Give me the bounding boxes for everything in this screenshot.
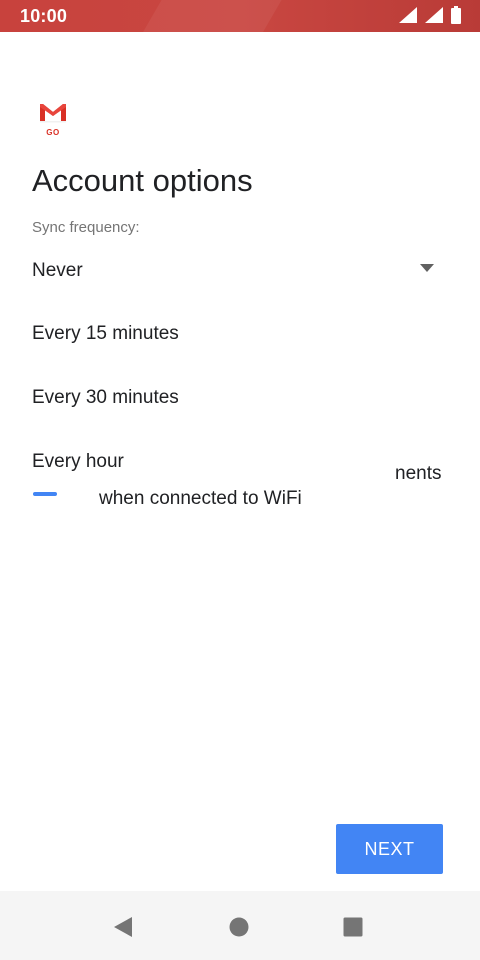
attachments-label-partial: nents [395, 463, 442, 484]
page-title: Account options [32, 163, 253, 198]
status-bar: 10:00 [0, 0, 480, 32]
recents-icon[interactable] [341, 915, 365, 939]
status-icons [398, 6, 462, 24]
option-every-15-minutes[interactable]: Every 15 minutes [32, 314, 372, 354]
signal-icon [425, 7, 443, 23]
wifi-checkbox[interactable] [33, 492, 57, 496]
option-every-hour[interactable]: Every hour [32, 442, 372, 482]
back-icon[interactable] [111, 915, 135, 939]
dropdown-arrow-icon [420, 264, 434, 272]
next-button[interactable]: NEXT [336, 824, 443, 874]
dropdown-selected-value: Never [32, 260, 83, 281]
logo-go-text: GO [46, 128, 60, 137]
gmail-go-icon: GO [36, 98, 70, 140]
wifi-icon [399, 7, 417, 23]
sync-frequency-label: Sync frequency: [32, 219, 140, 236]
wifi-label-partial: when connected to WiFi [99, 488, 302, 507]
sync-frequency-popup: Every 15 minutes Every 30 minutes Every … [0, 302, 392, 484]
battery-icon [451, 6, 461, 24]
sync-frequency-dropdown[interactable]: Never [32, 256, 448, 288]
status-time: 10:00 [20, 6, 68, 26]
home-icon[interactable] [227, 915, 251, 939]
navigation-bar [0, 891, 480, 960]
option-every-30-minutes[interactable]: Every 30 minutes [32, 378, 372, 418]
